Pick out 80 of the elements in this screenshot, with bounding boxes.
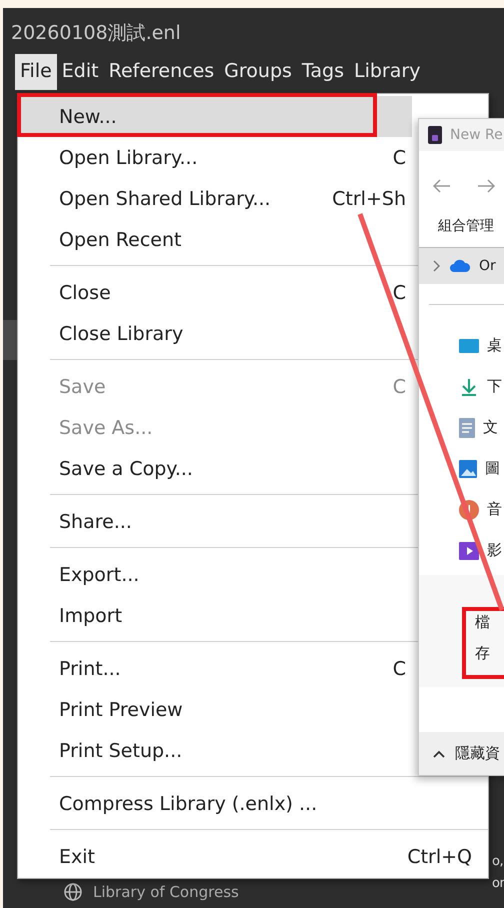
cloud-icon (449, 259, 471, 273)
menu-item-label: Import (59, 604, 122, 626)
back-icon[interactable] (433, 179, 451, 193)
place-label: 下 (487, 377, 502, 396)
list-text: o, (492, 854, 504, 869)
menu-item-label: Export... (59, 564, 140, 586)
menu-item-label: Share... (59, 510, 132, 532)
menu-item-label: Print Preview (59, 698, 183, 720)
menu-tab[interactable]: File (15, 54, 57, 90)
menu-item[interactable]: Open Library... C (20, 137, 412, 178)
download-icon (459, 378, 479, 396)
menu-item-label: Save As... (59, 416, 153, 438)
place-label: 圖 (485, 459, 500, 478)
place-item[interactable]: 音 (419, 489, 504, 530)
list-text: or (492, 876, 504, 891)
place-item[interactable]: 下 (419, 366, 504, 407)
menu-item[interactable]: Print Preview (20, 689, 412, 730)
caret-icon (433, 750, 445, 758)
window-title: 20260108測試.enl (10, 21, 182, 46)
library-item[interactable]: Library of Congress (93, 883, 239, 901)
forward-icon[interactable] (477, 179, 495, 193)
nav-row[interactable]: Or (419, 247, 504, 284)
place-label: 影 (487, 541, 502, 560)
menu-item-label: New... (59, 106, 117, 128)
place-item[interactable]: 影 (419, 530, 504, 571)
menu-item-label: Close (59, 282, 111, 304)
menu-item[interactable]: Print... C (20, 648, 412, 689)
menu-item-label: Compress Library (.enlx) ... (59, 792, 318, 814)
place-label: 文 (483, 418, 498, 437)
menu-item[interactable]: Share... (20, 501, 412, 542)
monitor-icon (459, 338, 479, 354)
shortcut-text: C (392, 282, 406, 304)
menu-item-label: Print... (59, 658, 121, 680)
menu-item-label: Exit (59, 846, 95, 868)
dialog-title: New Re (450, 127, 503, 143)
menu-item[interactable]: Open Shared Library... Ctrl+Sh (20, 178, 412, 219)
app-icon (428, 126, 442, 144)
film-icon (459, 542, 479, 560)
place-item[interactable]: 文 (419, 407, 504, 448)
document-icon (459, 418, 475, 438)
shortcut-text: C (392, 376, 406, 398)
menu-tab[interactable]: References (104, 54, 220, 90)
shortcut-text: Ctrl+Sh (332, 188, 406, 210)
menu-item[interactable]: Compress Library (.enlx) ... (20, 783, 412, 824)
menu-item-label: Open Recent (59, 228, 182, 250)
menu-item-label: Print Setup... (59, 740, 182, 762)
menu-item[interactable]: Export... (20, 554, 412, 595)
sidebar-panel (3, 320, 17, 360)
field-label: 存 (475, 644, 491, 663)
menu-item-label: Close Library (59, 322, 184, 344)
shortcut-text: C (392, 146, 406, 168)
shortcut-text: Ctrl+Q (407, 846, 472, 868)
menu-item[interactable]: Print Setup... (20, 730, 412, 771)
chevron-icon (433, 260, 441, 272)
menu-item-label: Save (59, 376, 106, 398)
organize-button[interactable]: 組合管理 (419, 213, 504, 247)
menu-item-label: Save a Copy... (59, 458, 193, 480)
menu-tab[interactable]: Tags (296, 54, 349, 90)
music-note-icon (459, 500, 479, 520)
field-label: 檔 (475, 613, 491, 632)
place-label: 音 (487, 500, 502, 519)
menu-item-label: Open Library... (59, 146, 198, 168)
menu-item[interactable]: Close C (20, 272, 412, 313)
shortcut-text: C (392, 658, 406, 680)
menu-tab[interactable]: Library (349, 54, 426, 90)
menu-item[interactable]: Import (20, 595, 412, 636)
menu-tab[interactable]: Groups (219, 54, 297, 90)
menu-item[interactable]: Close Library (20, 313, 412, 354)
menu-item-label: Open Shared Library... (59, 188, 271, 210)
menu-item[interactable]: Exit Ctrl+Q (20, 836, 486, 877)
globe-icon (63, 882, 83, 902)
picture-icon (459, 460, 477, 478)
highlight-frame (462, 607, 504, 679)
place-item[interactable]: 圖 (419, 448, 504, 489)
nav-label: Or (479, 258, 496, 274)
menu-item[interactable]: Save a Copy... (20, 448, 412, 489)
menu-item[interactable]: Open Recent (20, 219, 412, 260)
place-item[interactable]: 桌 (419, 325, 504, 366)
place-label: 桌 (487, 336, 502, 355)
menu-tab[interactable]: Edit (56, 54, 104, 90)
